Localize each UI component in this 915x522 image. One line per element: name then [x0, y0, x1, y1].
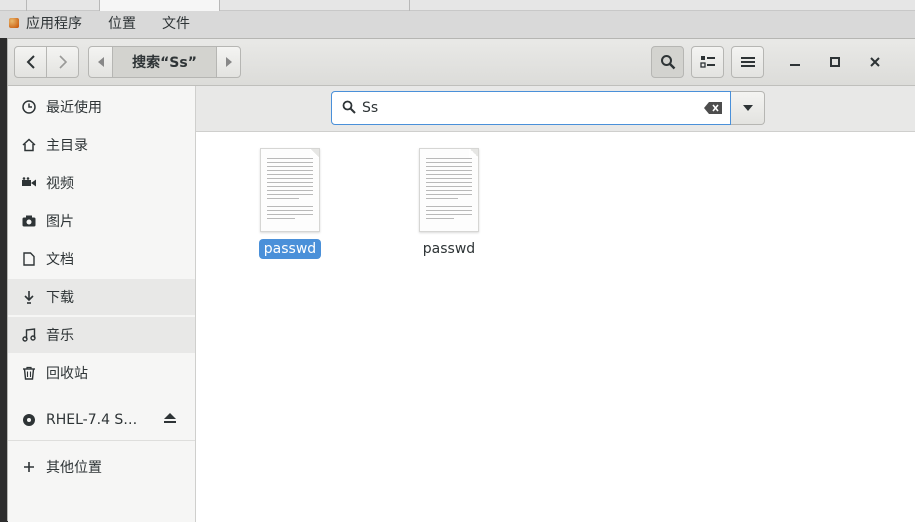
menu-files[interactable]: 文件: [162, 13, 190, 33]
path-scroll-right[interactable]: [217, 47, 240, 77]
sidebar-item-home[interactable]: 主目录: [8, 127, 195, 163]
chevron-left-icon: [26, 55, 35, 69]
chevron-down-icon: [742, 105, 753, 111]
clear-icon[interactable]: [704, 99, 722, 118]
main-view: Ss passwd passwd: [196, 86, 915, 522]
chevron-right-icon: [58, 55, 67, 69]
list-view-icon: [699, 56, 715, 68]
applications-icon: [8, 17, 20, 29]
search-bar: Ss: [196, 86, 915, 132]
path-scroll-left[interactable]: [89, 47, 112, 77]
text-file-icon: [260, 148, 320, 232]
eject-icon[interactable]: [163, 412, 177, 428]
sidebar-item-other-locations[interactable]: 其他位置: [8, 449, 195, 485]
search-options-button[interactable]: [731, 91, 765, 125]
maximize-button[interactable]: [818, 46, 852, 78]
sidebar-item-label: RHEL-7.4 S…: [46, 412, 138, 428]
close-icon: [870, 57, 880, 67]
sidebar: 最近使用 主目录 视频 图片 文档 下载 音乐 回收站 RHEL-7.4 S… …: [8, 86, 196, 522]
sidebar-item-label: 回收站: [46, 366, 88, 382]
file-manager-window: 搜索“Ss” 最近使用 主目录 视频 图片 文档 下载 音乐 回收站 RHEL-…: [7, 38, 915, 522]
sidebar-item-downloads[interactable]: 下载: [8, 279, 195, 315]
search-crumb[interactable]: 搜索“Ss”: [112, 47, 217, 77]
back-button[interactable]: [14, 46, 47, 78]
sidebar-item-label: 音乐: [46, 328, 74, 344]
triangle-right-icon: [225, 57, 232, 67]
sidebar-item-label: 主目录: [46, 138, 88, 154]
top-menu: 应用程序 位置 文件: [0, 11, 216, 35]
disc-icon: [21, 412, 37, 428]
home-icon: [21, 137, 37, 153]
minimize-button[interactable]: [778, 46, 812, 78]
camera-icon: [21, 213, 37, 229]
sidebar-item-label: 最近使用: [46, 100, 102, 116]
sidebar-item-documents[interactable]: 文档: [8, 241, 195, 277]
text-file-icon: [419, 148, 479, 232]
minimize-icon: [790, 64, 800, 66]
menu-button[interactable]: [731, 46, 764, 78]
plus-icon: [21, 459, 37, 475]
path-bar: 搜索“Ss”: [88, 46, 241, 78]
view-toggle-button[interactable]: [691, 46, 724, 78]
sidebar-item-label: 图片: [46, 214, 74, 230]
sidebar-item-label: 其他位置: [46, 460, 102, 476]
top-panel: 应用程序 位置 文件: [0, 0, 915, 38]
taskbar-strip: [0, 0, 915, 11]
hamburger-icon: [740, 57, 755, 67]
file-name[interactable]: passwd: [418, 239, 480, 259]
sidebar-item-label: 下载: [46, 290, 74, 306]
document-icon: [21, 251, 37, 267]
sidebar-item-device[interactable]: RHEL-7.4 S…: [8, 402, 195, 438]
search-toggle-button[interactable]: [651, 46, 684, 78]
video-icon: [21, 175, 37, 191]
sidebar-item-label: 文档: [46, 252, 74, 268]
sidebar-item-label: 视频: [46, 176, 74, 192]
download-icon: [21, 289, 37, 305]
search-icon: [342, 99, 356, 118]
task-slot[interactable]: [220, 0, 410, 11]
task-slot[interactable]: [0, 0, 27, 11]
search-input[interactable]: Ss: [331, 91, 731, 125]
clock-icon: [21, 99, 37, 115]
menu-places[interactable]: 位置: [108, 13, 136, 33]
sidebar-item-trash[interactable]: 回收站: [8, 355, 195, 391]
task-slot-active[interactable]: [100, 0, 220, 11]
maximize-icon: [830, 57, 840, 67]
sidebar-separator: [8, 440, 195, 441]
sidebar-item-pictures[interactable]: 图片: [8, 203, 195, 239]
sidebar-item-music[interactable]: 音乐: [8, 317, 195, 353]
sidebar-item-videos[interactable]: 视频: [8, 165, 195, 201]
music-icon: [21, 327, 37, 343]
forward-button[interactable]: [46, 46, 79, 78]
task-slot[interactable]: [27, 0, 100, 11]
triangle-left-icon: [97, 57, 104, 67]
file-item[interactable]: passwd: [399, 148, 499, 259]
file-item[interactable]: passwd: [240, 148, 340, 259]
close-button[interactable]: [858, 46, 892, 78]
menu-applications[interactable]: 应用程序: [26, 13, 82, 33]
sidebar-item-recent[interactable]: 最近使用: [8, 89, 195, 125]
headerbar: 搜索“Ss”: [8, 39, 915, 86]
search-input-value[interactable]: Ss: [362, 100, 704, 116]
trash-icon: [21, 365, 37, 381]
search-icon: [660, 55, 675, 70]
file-name[interactable]: passwd: [258, 239, 322, 259]
